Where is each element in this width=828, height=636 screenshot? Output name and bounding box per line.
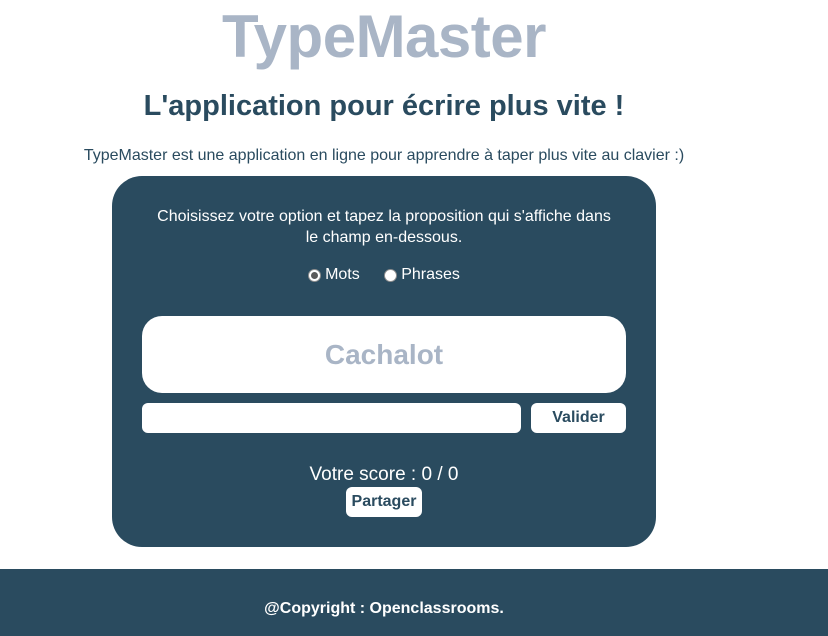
page-subtitle: L'application pour écrire plus vite !	[143, 90, 625, 122]
answer-row: Valider	[142, 403, 626, 433]
option-mots-label: Mots	[325, 266, 360, 283]
answer-input[interactable]	[142, 403, 521, 433]
validate-button[interactable]: Valider	[531, 403, 626, 433]
intro-text: TypeMaster est une application en ligne …	[83, 147, 685, 164]
instructions-text: Choisissez votre option et tapez la prop…	[157, 208, 611, 246]
option-group: Mots Phrases	[112, 266, 656, 287]
option-phrases-label: Phrases	[401, 266, 460, 283]
share-button[interactable]: Partager	[346, 487, 422, 517]
radio-phrases[interactable]	[384, 268, 398, 282]
proposition-display: Cachalot	[142, 316, 626, 393]
option-mots[interactable]: Mots	[308, 266, 360, 284]
copyright-text: @Copyright : Openclassrooms.	[264, 600, 504, 617]
radio-mots[interactable]	[308, 268, 322, 282]
option-phrases[interactable]: Phrases	[384, 266, 460, 284]
score-text: Votre score : 0 / 0	[309, 464, 459, 485]
app-logo: TypeMaster	[221, 3, 547, 70]
footer: @Copyright : Openclassrooms.	[0, 569, 828, 636]
typing-zone: Choisissez votre option et tapez la prop…	[112, 176, 656, 547]
